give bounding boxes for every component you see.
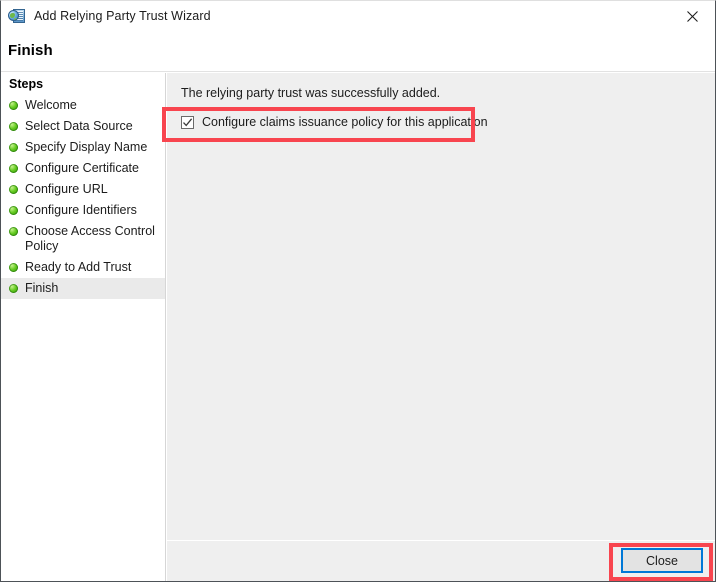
wizard-window: Add Relying Party Trust Wizard Finish St… xyxy=(0,0,716,582)
sidebar-item-label: Configure Certificate xyxy=(25,161,139,175)
content-pane: The relying party trust was successfully… xyxy=(167,73,715,581)
sidebar-item-label: Welcome xyxy=(25,98,77,112)
sidebar-item-label: Choose Access Control Policy xyxy=(25,224,155,253)
sidebar-item-finish[interactable]: Finish xyxy=(1,278,165,299)
step-status-icon xyxy=(9,284,18,293)
checkbox-label: Configure claims issuance policy for thi… xyxy=(202,115,488,129)
sidebar-item-configure-identifiers[interactable]: Configure Identifiers xyxy=(1,200,165,221)
step-status-icon xyxy=(9,185,18,194)
title-bar: Add Relying Party Trust Wizard xyxy=(1,1,715,31)
steps-heading: Steps xyxy=(9,77,44,91)
step-status-icon xyxy=(9,206,18,215)
step-status-icon xyxy=(9,263,18,272)
close-icon[interactable] xyxy=(670,1,715,31)
sidebar-item-welcome[interactable]: Welcome xyxy=(1,95,165,116)
button-bar: Close xyxy=(167,540,715,581)
close-button[interactable]: Close xyxy=(621,548,703,573)
configure-claims-checkbox[interactable]: Configure claims issuance policy for thi… xyxy=(181,115,488,129)
window-title: Add Relying Party Trust Wizard xyxy=(34,9,211,23)
page-header: Finish xyxy=(1,31,715,72)
page-title: Finish xyxy=(8,42,53,59)
step-status-icon xyxy=(9,143,18,152)
adfs-relying-party-icon xyxy=(8,7,26,25)
sidebar-item-select-data-source[interactable]: Select Data Source xyxy=(1,116,165,137)
sidebar-item-label: Ready to Add Trust xyxy=(25,260,132,274)
sidebar-item-configure-certificate[interactable]: Configure Certificate xyxy=(1,158,165,179)
sidebar-item-specify-display-name[interactable]: Specify Display Name xyxy=(1,137,165,158)
step-status-icon xyxy=(9,122,18,131)
content-body: The relying party trust was successfully… xyxy=(167,73,715,540)
sidebar-item-configure-url[interactable]: Configure URL xyxy=(1,179,165,200)
step-status-icon xyxy=(9,164,18,173)
sidebar-item-label: Configure URL xyxy=(25,182,108,196)
sidebar-item-ready-to-add-trust[interactable]: Ready to Add Trust xyxy=(1,257,165,278)
step-status-icon xyxy=(9,227,18,236)
sidebar-item-label: Specify Display Name xyxy=(25,140,148,154)
step-status-icon xyxy=(9,101,18,110)
checkbox-box[interactable] xyxy=(181,115,194,129)
sidebar-item-choose-access-control-policy[interactable]: Choose Access Control Policy xyxy=(1,221,165,257)
sidebar-item-label: Finish xyxy=(25,281,59,295)
sidebar-item-label: Select Data Source xyxy=(25,119,133,133)
steps-sidebar: Steps Welcome Select Data Source Specify… xyxy=(1,73,166,581)
sidebar-item-label: Configure Identifiers xyxy=(25,203,137,217)
success-message: The relying party trust was successfully… xyxy=(181,86,441,100)
